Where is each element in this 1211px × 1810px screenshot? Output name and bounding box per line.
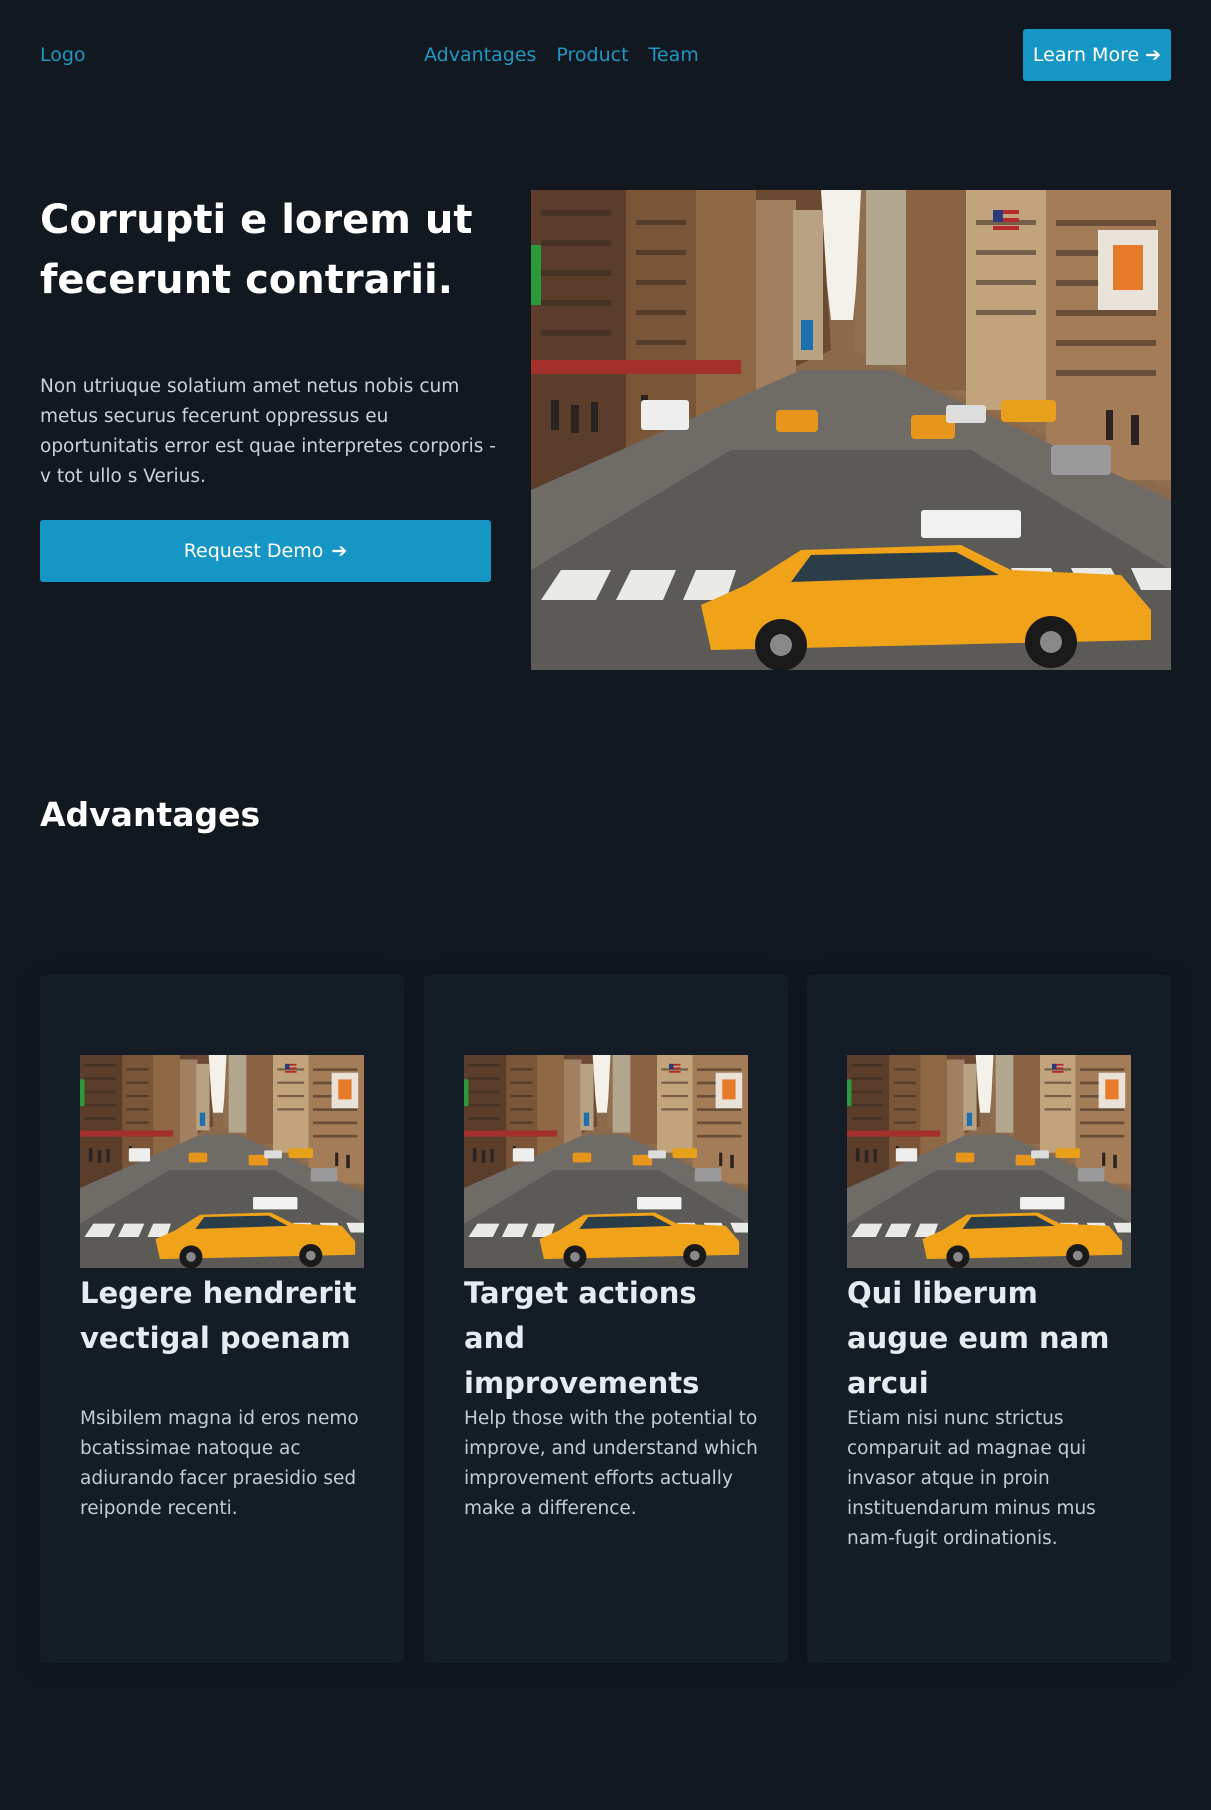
main-nav: Advantages Product Team xyxy=(424,44,699,66)
advantage-card: Legere hendrerit vectigal poenam Msibile… xyxy=(40,975,404,1663)
nav-link-product[interactable]: Product xyxy=(556,44,628,66)
card-text: Etiam nisi nunc strictus comparuit ad ma… xyxy=(847,1408,1096,1549)
card-image xyxy=(847,1055,1131,1268)
advantage-card: Target actions and improvements Help tho… xyxy=(424,975,788,1663)
arrow-right-icon: ➔ xyxy=(1145,44,1162,66)
nav-link-advantages[interactable]: Advantages xyxy=(424,44,536,66)
card-title: Target actions and improvements xyxy=(464,1276,700,1400)
landing-page: Logo Advantages Product Team Learn More … xyxy=(0,0,1211,1810)
card-title: Legere hendrerit vectigal poenam xyxy=(80,1276,357,1355)
hero-title: Corrupti e lorem ut fecerunt contrarii. xyxy=(40,197,473,303)
learn-more-button[interactable]: Learn More ➔ xyxy=(1023,29,1171,81)
card-image xyxy=(80,1055,364,1268)
request-demo-label: Request Demo xyxy=(183,540,324,562)
site-header: Logo Advantages Product Team Learn More … xyxy=(0,0,1211,114)
advantage-card: Qui liberum augue eum nam arcui Etiam ni… xyxy=(807,975,1171,1663)
hero-image xyxy=(531,190,1171,670)
hero-description: Non utriuque solatium amet netus nobis c… xyxy=(40,376,496,487)
learn-more-label: Learn More xyxy=(1032,44,1140,66)
card-text: Msibilem magna id eros nemo bcatissimae … xyxy=(80,1408,359,1519)
card-title: Qui liberum augue eum nam arcui xyxy=(847,1276,1110,1400)
advantages-title: Advantages xyxy=(40,795,261,834)
request-demo-button[interactable]: Request Demo ➔ xyxy=(40,520,491,582)
arrow-right-icon: ➔ xyxy=(331,540,348,562)
logo-link[interactable]: Logo xyxy=(40,44,86,66)
nav-link-team[interactable]: Team xyxy=(649,44,699,66)
card-text: Help those with the potential to improve… xyxy=(464,1408,758,1519)
card-image xyxy=(464,1055,748,1268)
